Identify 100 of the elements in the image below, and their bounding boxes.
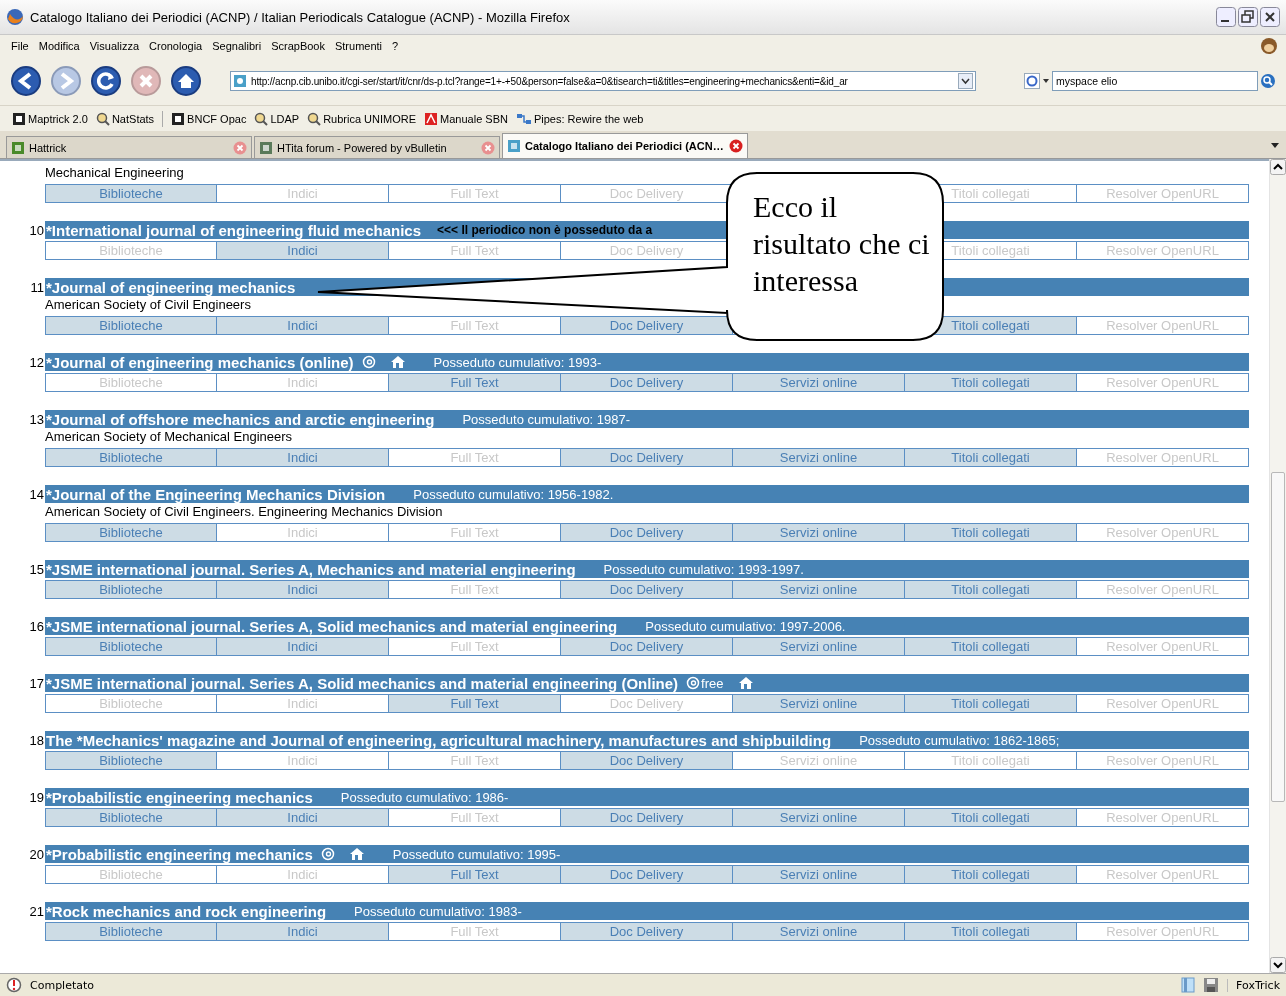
service-link[interactable]: Titoli collegati — [905, 694, 1077, 713]
service-link[interactable]: Biblioteche — [45, 184, 217, 203]
journal-title-link[interactable]: *Probabilistic engineering mechanics — [45, 788, 313, 806]
bookmark-link[interactable]: Pipes: Rewire the web — [533, 112, 644, 125]
service-link[interactable]: Servizi online — [733, 448, 905, 467]
journal-title-link[interactable]: *JSME international journal. Series A, Mechanics and material engineering — [45, 560, 576, 578]
bookmark-link[interactable]: Maptrick 2.0 — [28, 112, 88, 125]
scrollbar-thumb[interactable] — [1271, 472, 1285, 802]
home-icon[interactable] — [170, 65, 202, 97]
service-link[interactable]: Biblioteche — [45, 637, 217, 656]
service-link[interactable]: Indici — [217, 808, 389, 827]
browser-tab[interactable]: Catalogo Italiano dei Periodici (ACN… — [502, 133, 748, 158]
service-link[interactable]: Biblioteche — [45, 751, 217, 770]
browser-tab[interactable]: Hattrick — [6, 136, 252, 158]
service-link[interactable]: Titoli collegati — [905, 580, 1077, 599]
close-icon[interactable] — [1260, 7, 1280, 27]
restore-icon[interactable] — [1238, 7, 1258, 27]
addon-label[interactable]: FoxTrick — [1227, 978, 1280, 992]
service-link[interactable]: Doc Delivery — [561, 580, 733, 599]
service-link[interactable]: Biblioteche — [45, 448, 217, 467]
service-link[interactable]: Titoli collegati — [905, 523, 1077, 542]
service-link[interactable]: Servizi online — [733, 523, 905, 542]
service-link[interactable]: Full Text — [389, 865, 561, 884]
service-link[interactable]: Titoli collegati — [905, 448, 1077, 467]
bookmark-link[interactable]: Manuale SBN — [440, 112, 508, 125]
service-link[interactable]: Servizi online — [733, 637, 905, 656]
holdings-text: Posseduto cumulativo: 1986- — [340, 789, 509, 805]
service-link[interactable]: Doc Delivery — [561, 373, 733, 392]
journal-title-link[interactable]: The *Mechanics' magazine and Journal of engineering, agricultural machinery, manufactures and shipbuilding — [45, 731, 832, 749]
minimize-icon[interactable] — [1216, 7, 1236, 27]
house-icon[interactable] — [737, 676, 754, 690]
service-link[interactable]: Indici — [217, 922, 389, 941]
search-icon[interactable] — [1260, 73, 1276, 89]
search-field[interactable]: myspace elio — [1052, 71, 1258, 91]
menu-item[interactable]: Visualizza — [84, 40, 145, 52]
holdings-text: Posseduto cumulativo: 1997-2006. — [645, 618, 846, 634]
service-link[interactable]: Titoli collegati — [905, 922, 1077, 941]
service-link[interactable]: Doc Delivery — [561, 922, 733, 941]
bookmark-link[interactable]: LDAP — [270, 112, 300, 125]
journal-title-link[interactable]: *JSME international journal. Series A, Solid mechanics and material engineering — [45, 617, 618, 635]
address-field[interactable]: http://acnp.cib.unibo.it/cgi-ser/start/it/cnr/ds-p.tcl?range=1+-+50&person=false&a=0&tisearch=ti&titles=engineering+mechanics&enti=&id_ar — [230, 71, 976, 91]
service-link[interactable]: Biblioteche — [45, 523, 217, 542]
bookmark-link[interactable]: Rubrica UNIMORE — [323, 112, 417, 125]
back-icon[interactable] — [10, 65, 42, 97]
dropdown-icon[interactable] — [958, 73, 973, 89]
service-link[interactable]: Doc Delivery — [561, 523, 733, 542]
close-icon[interactable] — [729, 139, 743, 153]
menu-item[interactable]: File — [6, 40, 34, 52]
menu-item[interactable]: ? — [387, 40, 404, 52]
service-link[interactable]: Titoli collegati — [905, 808, 1077, 827]
service-link[interactable]: Biblioteche — [45, 808, 217, 827]
bookmark-link[interactable]: BNCF Opac — [187, 112, 247, 125]
service-link[interactable]: Doc Delivery — [561, 448, 733, 467]
menu-item[interactable]: Segnalibri — [207, 40, 267, 52]
service-link[interactable]: Indici — [217, 580, 389, 599]
house-icon[interactable] — [348, 847, 365, 861]
menu-item[interactable]: Strumenti — [329, 40, 388, 52]
service-link[interactable]: Titoli collegati — [905, 865, 1077, 884]
scrollbar[interactable] — [1269, 159, 1286, 973]
journal-title-link[interactable]: *Probabilistic engineering mechanics — [45, 845, 313, 863]
journal-title-link[interactable]: *Journal of engineering mechanics — [45, 278, 296, 296]
service-link[interactable]: Biblioteche — [45, 316, 217, 335]
service-link[interactable]: Servizi online — [733, 694, 905, 713]
service-link[interactable]: Doc Delivery — [561, 751, 733, 770]
menu-item[interactable]: ScrapBook — [266, 40, 330, 52]
journal-title-link[interactable]: *Journal of offshore mechanics and arctic engineering — [45, 410, 435, 428]
service-link[interactable]: Doc Delivery — [561, 637, 733, 656]
scroll-down-icon[interactable] — [1270, 957, 1286, 973]
service-link[interactable]: Doc Delivery — [561, 316, 733, 335]
menu-item[interactable]: Cronologia — [144, 40, 208, 52]
house-icon[interactable] — [389, 355, 406, 369]
service-link[interactable]: Titoli collegati — [905, 637, 1077, 656]
browser-tab[interactable]: HTita forum - Powered by vBulletin — [254, 136, 500, 158]
journal-title-link[interactable]: *International journal of engineering fluid mechanics — [45, 221, 422, 239]
service-link[interactable]: Servizi online — [733, 373, 905, 392]
service-link[interactable]: Indici — [217, 241, 389, 260]
result-number: 16 — [28, 618, 45, 634]
service-link[interactable]: Servizi online — [733, 580, 905, 599]
service-link[interactable]: Full Text — [389, 373, 561, 392]
service-link[interactable]: Servizi online — [733, 808, 905, 827]
menu-item[interactable]: Modifica — [33, 40, 85, 52]
service-link[interactable]: Biblioteche — [45, 580, 217, 599]
tab-list-icon[interactable] — [1270, 140, 1280, 149]
service-link[interactable]: Servizi online — [733, 922, 905, 941]
journal-title-link[interactable]: *Journal of engineering mechanics (online) — [45, 353, 354, 371]
service-link[interactable]: Titoli collegati — [905, 373, 1077, 392]
journal-title-link[interactable]: *Rock mechanics and rock engineering — [45, 902, 327, 920]
service-link[interactable]: Full Text — [389, 694, 561, 713]
bookmark-link[interactable]: NatStats — [111, 112, 155, 125]
service-link[interactable]: Doc Delivery — [561, 808, 733, 827]
service-link[interactable]: Biblioteche — [45, 922, 217, 941]
scroll-up-icon[interactable] — [1270, 159, 1286, 175]
reload-icon[interactable] — [90, 65, 122, 97]
journal-title-link[interactable]: *Journal of the Engineering Mechanics Division — [45, 485, 386, 503]
service-link[interactable]: Indici — [217, 316, 389, 335]
service-link[interactable]: Doc Delivery — [561, 865, 733, 884]
service-link[interactable]: Indici — [217, 637, 389, 656]
service-link[interactable]: Servizi online — [733, 865, 905, 884]
service-link[interactable]: Indici — [217, 448, 389, 467]
journal-title-link[interactable]: *JSME international journal. Series A, Solid mechanics and material engineering (Online) — [45, 674, 679, 692]
